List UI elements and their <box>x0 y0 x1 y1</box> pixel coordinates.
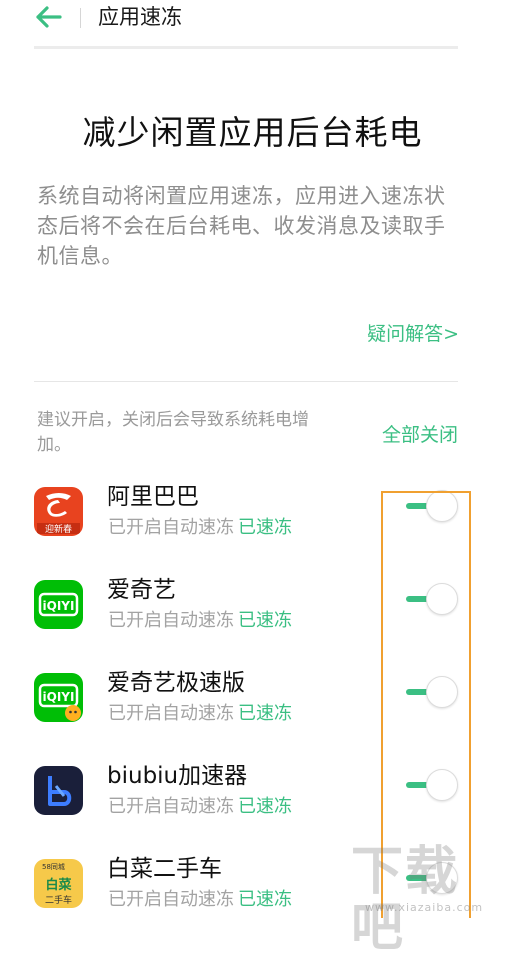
app-status: 已开启自动速冻 已速冻 <box>108 889 292 910</box>
back-button[interactable] <box>34 5 64 29</box>
app-status: 已开启自动速冻 已速冻 <box>108 796 292 817</box>
list-tip: 建议开启，关闭后会导致系统耗电增加。 <box>37 410 309 455</box>
svg-text:iQIYI: iQIYI <box>43 599 75 613</box>
app-status: 已开启自动速冻 已速冻 <box>108 703 292 724</box>
arrow-left-icon <box>36 6 62 28</box>
freeze-toggle[interactable] <box>404 768 460 802</box>
app-status: 已开启自动速冻 已速冻 <box>108 610 292 631</box>
feature-headline: 减少闲置应用后台耗电 <box>82 113 423 152</box>
freeze-state: 已速冻 <box>238 610 292 631</box>
feature-description: 系统自动将闲置应用速冻，应用进入速冻状态后将不会在后台耗电、收发消息及读取手机信… <box>37 184 446 268</box>
svg-text:iQIYI: iQIYI <box>43 690 75 704</box>
header-divider <box>80 8 81 28</box>
page-title: 应用速冻 <box>98 5 182 29</box>
app-name: 白菜二手车 <box>107 856 222 882</box>
list-item-alibaba: 迎新春 阿里巴巴 已开启自动速冻 已速冻 <box>0 484 505 580</box>
freeze-toggle[interactable] <box>404 582 460 616</box>
svg-text:二手车: 二手车 <box>45 894 72 906</box>
list-item-biubiu: biubiu加速器 已开启自动速冻 已速冻 <box>0 763 505 859</box>
header-divider-line <box>34 46 458 49</box>
svg-text:58同城: 58同城 <box>42 863 65 871</box>
freeze-state: 已速冻 <box>238 703 292 724</box>
freeze-state: 已速冻 <box>238 517 292 538</box>
close-all-button[interactable]: 全部关闭 <box>382 421 458 449</box>
faq-link[interactable]: 疑问解答> <box>367 320 459 348</box>
svg-text:迎新春: 迎新春 <box>45 523 72 535</box>
freeze-toggle[interactable] <box>404 861 460 895</box>
freeze-state: 已速冻 <box>238 796 292 817</box>
app-name: biubiu加速器 <box>107 763 248 789</box>
section-divider <box>34 381 458 382</box>
freeze-toggle[interactable] <box>404 489 460 523</box>
svg-text:白菜: 白菜 <box>45 877 71 893</box>
baicai-icon: 58同城 白菜 二手车 <box>34 859 83 908</box>
freeze-state: 已速冻 <box>238 889 292 910</box>
app-name: 阿里巴巴 <box>107 484 199 510</box>
list-item-iqiyi: iQIYI 爱奇艺 已开启自动速冻 已速冻 <box>0 577 505 673</box>
top-bar: 应用速冻 <box>0 0 505 46</box>
app-status: 已开启自动速冻 已速冻 <box>108 517 292 538</box>
biubiu-icon <box>34 766 83 815</box>
freeze-toggle[interactable] <box>404 675 460 709</box>
iqiyi-lite-icon: iQIYI <box>34 673 83 722</box>
app-name: 爱奇艺极速版 <box>107 670 245 696</box>
list-item-baicai: 58同城 白菜 二手车 白菜二手车 已开启自动速冻 已速冻 <box>0 856 505 952</box>
app-name: 爱奇艺 <box>107 577 176 603</box>
list-item-iqiyi-lite: iQIYI 爱奇艺极速版 已开启自动速冻 已速冻 <box>0 670 505 766</box>
alibaba-icon: 迎新春 <box>34 487 83 536</box>
iqiyi-icon: iQIYI <box>34 580 83 629</box>
